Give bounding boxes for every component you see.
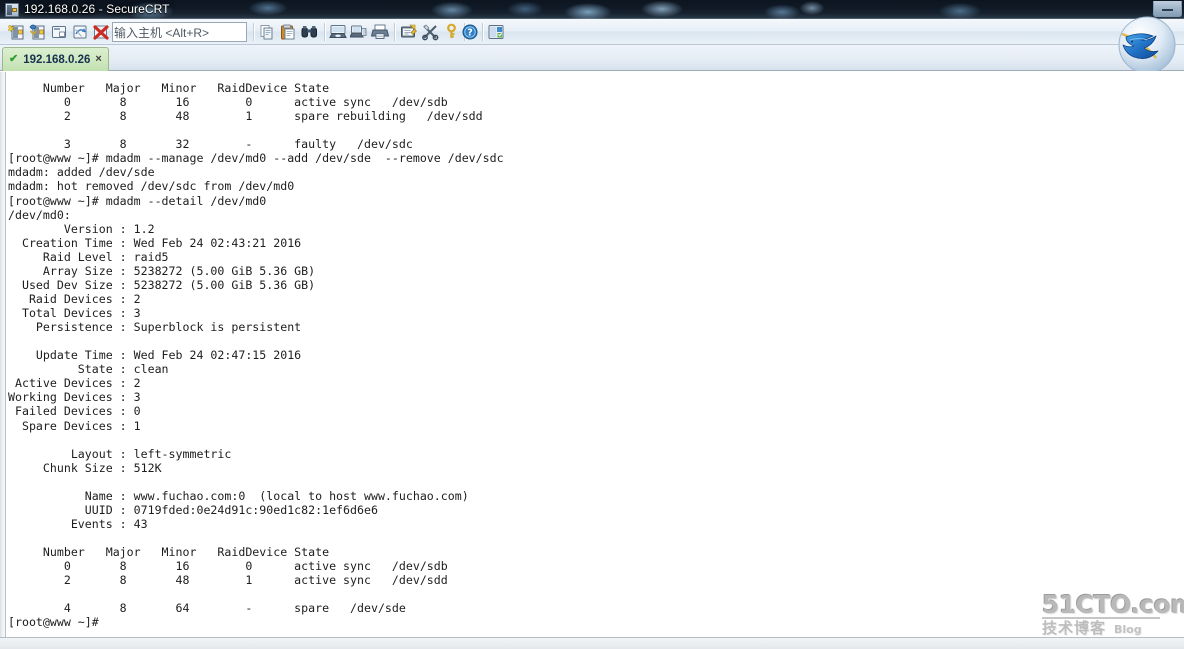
find-icon[interactable]: [300, 23, 319, 41]
watermark: 51CTO.com 技术博客 Blog: [1042, 590, 1184, 636]
watermark-site: 51CTO.com: [1042, 590, 1184, 619]
print-icon[interactable]: [370, 23, 390, 41]
toolbar-separator: [324, 23, 325, 41]
close-icon[interactable]: ×: [95, 54, 101, 65]
watermark-subrow: 技术博客 Blog: [1042, 617, 1160, 636]
host-entry-placeholder: 输入主机 <Alt+R>: [114, 26, 210, 40]
terminal-frame: Number Major Minor RaidDevice State 0 8 …: [0, 71, 1184, 638]
new-session-icon[interactable]: [7, 23, 27, 41]
watermark-cn: 技术博客: [1042, 619, 1107, 637]
log-session-icon[interactable]: [349, 23, 369, 41]
title-bar: 192.168.0.26 - SecureCRT: [0, 0, 1184, 19]
main-toolbar: 输入主机 <Alt+R> ?: [0, 19, 1184, 45]
help-icon[interactable]: ?: [461, 23, 480, 41]
connect-sftp-icon[interactable]: [29, 23, 48, 41]
watermark-blog: Blog: [1114, 623, 1142, 636]
toolbar-separator: [394, 23, 395, 41]
toolbar-separator: [482, 23, 483, 41]
tab-192-168-0-26[interactable]: ✔ 192.168.0.26 ×: [2, 47, 109, 71]
terminal-screen[interactable]: Number Major Minor RaidDevice State 0 8 …: [7, 72, 1184, 635]
app-icon: [5, 3, 19, 17]
key-icon[interactable]: [442, 23, 461, 41]
session-options-icon[interactable]: [400, 23, 419, 41]
tab-bar: ✔ 192.168.0.26 ×: [0, 45, 1184, 71]
tab-label: 192.168.0.26: [23, 53, 91, 66]
svg-text:?: ?: [467, 28, 473, 39]
disconnect-icon[interactable]: [92, 23, 111, 41]
terminal-left-border: [0, 72, 6, 638]
reconnect-icon[interactable]: [71, 23, 90, 41]
copy-icon[interactable]: [258, 23, 277, 41]
toolbar-separator: [253, 23, 254, 41]
clone-session-icon[interactable]: [50, 23, 69, 41]
terminal-output: Number Major Minor RaidDevice State 0 8 …: [8, 81, 504, 630]
chat-window-icon[interactable]: [487, 23, 506, 41]
status-bar: [0, 637, 1184, 649]
print-screen-icon[interactable]: [329, 23, 348, 41]
connected-check-icon: ✔: [9, 53, 19, 65]
securecrt-window: 192.168.0.26 - SecureCRT 输入主机 <Alt+R> ? …: [0, 0, 1184, 649]
global-options-icon[interactable]: [421, 23, 440, 41]
window-title: 192.168.0.26 - SecureCRT: [24, 2, 170, 16]
paste-icon[interactable]: [279, 23, 298, 41]
securecrt-bird-logo: [1116, 14, 1178, 76]
